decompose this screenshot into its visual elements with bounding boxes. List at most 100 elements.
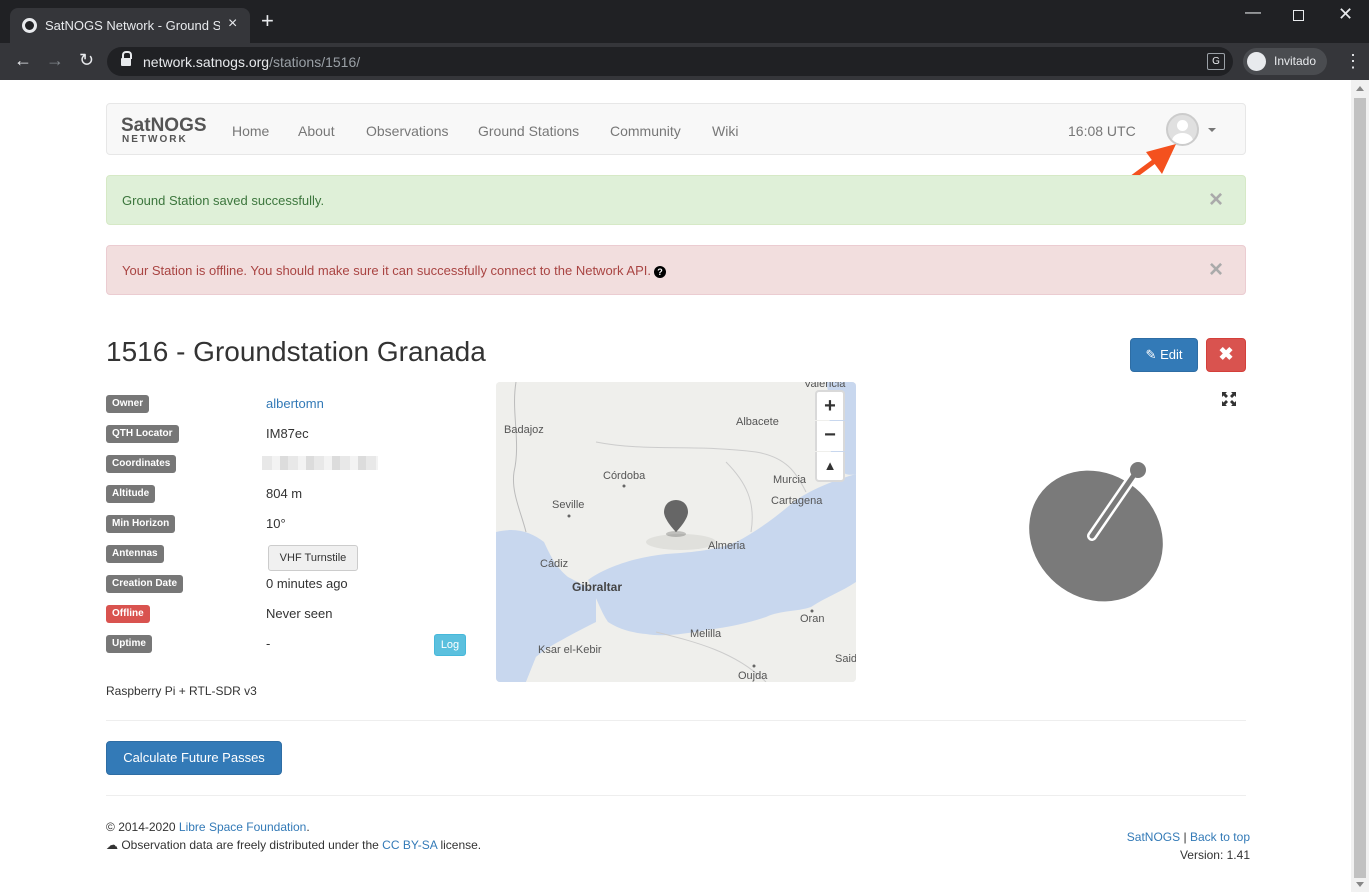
label-qth: QTH Locator <box>106 425 179 443</box>
footer-right: SatNOGS | Back to top Version: 1.41 <box>1080 828 1250 864</box>
map-city-ksar-el-kebir: Ksar el-Kebir <box>538 644 602 656</box>
nav-community[interactable]: Community <box>610 123 681 139</box>
caret-down-icon[interactable] <box>1208 128 1216 132</box>
url-text: network.satnogs.org/stations/1516/ <box>143 54 361 70</box>
nav-about[interactable]: About <box>298 123 335 139</box>
calculate-future-passes-button[interactable]: Calculate Future Passes <box>106 741 282 775</box>
map-city-said: Said <box>835 653 856 665</box>
edit-button[interactable]: ✎ Edit <box>1130 338 1198 372</box>
maximize-icon[interactable] <box>1293 10 1304 21</box>
map-city-albacete: Albacete <box>736 416 779 428</box>
min-horizon-value: 10° <box>266 516 286 531</box>
qth-value: IM87ec <box>266 426 309 441</box>
map-city-almeria: Almeria <box>708 540 746 552</box>
map-city-gibraltar: Gibraltar <box>572 580 623 594</box>
label-min-horizon: Min Horizon <box>106 515 176 533</box>
window-close-icon[interactable]: ✕ <box>1338 4 1353 25</box>
map-city-oujda: Oujda <box>738 670 768 682</box>
edit-label: Edit <box>1160 347 1183 362</box>
coordinates-blurred <box>262 456 378 470</box>
reload-icon[interactable]: ↻ <box>79 50 94 71</box>
satnogs-logo[interactable]: SatNOGS NETWORK <box>121 115 207 145</box>
back-to-top-link[interactable]: Back to top <box>1190 830 1250 844</box>
cloud-icon: ☁ <box>106 838 118 852</box>
brand-name: SatNOGS <box>121 115 207 136</box>
map-background <box>496 382 856 682</box>
browser-titlebar: SatNOGS Network - Ground Stati × + — ✕ <box>0 0 1369 43</box>
profile-avatar-icon <box>1247 52 1266 71</box>
map-city-valencia: Valencia <box>804 382 846 390</box>
satnogs-link[interactable]: SatNOGS <box>1127 830 1180 844</box>
license-text: Observation data are freely distributed … <box>121 838 379 852</box>
brand-subtitle: NETWORK <box>122 134 188 145</box>
profile-button[interactable]: Invitado <box>1243 48 1327 75</box>
lsf-link[interactable]: Libre Space Foundation <box>179 820 306 834</box>
label-owner: Owner <box>106 395 150 413</box>
tab-title: SatNOGS Network - Ground Stati <box>45 18 220 33</box>
scrollbar-thumb[interactable] <box>1354 98 1366 878</box>
divider <box>106 720 1246 721</box>
cc-by-sa-link[interactable]: CC BY-SA <box>382 838 437 852</box>
address-bar[interactable]: network.satnogs.org/stations/1516/ G <box>107 47 1233 76</box>
site-navbar: SatNOGS NETWORK Home About Observations … <box>106 103 1246 155</box>
delete-button[interactable]: ✖ <box>1206 338 1246 372</box>
new-tab-icon[interactable]: + <box>261 10 274 32</box>
label-creation-date: Creation Date <box>106 575 184 593</box>
map-city-melilla: Melilla <box>690 628 722 640</box>
antenna-badge[interactable]: VHF Turnstile <box>268 545 358 571</box>
nav-observations[interactable]: Observations <box>366 123 448 139</box>
status-badge: Offline <box>106 605 150 623</box>
zoom-in-button[interactable]: + <box>815 390 845 420</box>
divider <box>106 795 1246 796</box>
map-city-badajoz: Badajoz <box>504 424 544 436</box>
label-coordinates: Coordinates <box>106 455 177 473</box>
copyright-years: 2014-2020 <box>118 820 176 834</box>
page-scrollbar[interactable] <box>1351 80 1369 892</box>
copyright-line: © 2014-2020 Libre Space Foundation. <box>106 820 310 834</box>
label-altitude: Altitude <box>106 485 156 503</box>
zoom-out-button[interactable]: − <box>815 421 845 451</box>
north-compass-button[interactable]: ▲ <box>815 452 845 482</box>
browser-tab[interactable]: SatNOGS Network - Ground Stati × <box>10 8 250 43</box>
altitude-value: 804 m <box>266 486 303 501</box>
tab-close-icon[interactable]: × <box>228 15 237 33</box>
utc-clock: 16:08 UTC <box>1068 123 1136 139</box>
scroll-down-icon[interactable] <box>1356 882 1364 887</box>
expand-icon[interactable] <box>1221 391 1237 407</box>
close-icon[interactable]: × <box>1209 188 1223 212</box>
offline-message: Your Station is offline. You should make… <box>122 263 666 278</box>
label-uptime: Uptime <box>106 635 152 653</box>
satellite-dish-icon <box>1029 462 1163 602</box>
map-city-seville: Seville <box>552 499 585 511</box>
close-icon[interactable]: × <box>1209 258 1223 282</box>
station-map[interactable]: Valencia Badajoz Albacete Córdoba Murcia… <box>496 382 856 682</box>
forward-arrow-icon[interactable]: → <box>46 50 64 71</box>
map-city-cordoba: Córdoba <box>603 470 646 482</box>
nav-home[interactable]: Home <box>232 123 269 139</box>
log-button[interactable]: Log <box>434 634 466 656</box>
last-seen-value: Never seen <box>266 606 333 621</box>
nav-wiki[interactable]: Wiki <box>712 123 738 139</box>
map-city-cadiz: Cádiz <box>540 558 569 570</box>
station-description: Raspberry Pi + RTL-SDR v3 <box>106 684 257 698</box>
footer-left: © 2014-2020 Libre Space Foundation. ☁ Ob… <box>106 818 481 854</box>
offline-alert: Your Station is offline. You should make… <box>106 245 1246 295</box>
nav-ground-stations[interactable]: Ground Stations <box>478 123 579 139</box>
creation-date-value: 0 minutes ago <box>266 576 348 591</box>
version-text: Version: 1.41 <box>1179 848 1250 862</box>
scroll-up-icon[interactable] <box>1356 86 1364 91</box>
question-circle-icon[interactable]: ? <box>653 265 666 278</box>
minimize-icon[interactable]: — <box>1245 4 1261 22</box>
satnogs-favicon-icon <box>22 18 37 33</box>
page-title: 1516 - Groundstation Granada <box>106 336 486 367</box>
uptime-value: - <box>266 636 271 651</box>
owner-link[interactable]: albertomn <box>266 396 324 411</box>
map-city-cartagena: Cartagena <box>771 495 823 507</box>
license-line: ☁ Observation data are freely distribute… <box>106 836 481 854</box>
translate-icon[interactable]: G <box>1207 53 1225 70</box>
footer-separator: | <box>1183 830 1187 844</box>
back-arrow-icon[interactable]: ← <box>14 50 32 71</box>
success-alert: Ground Station saved successfully. × <box>106 175 1246 225</box>
browser-menu-icon[interactable]: ⋮ <box>1344 51 1362 72</box>
lock-icon <box>121 51 132 67</box>
